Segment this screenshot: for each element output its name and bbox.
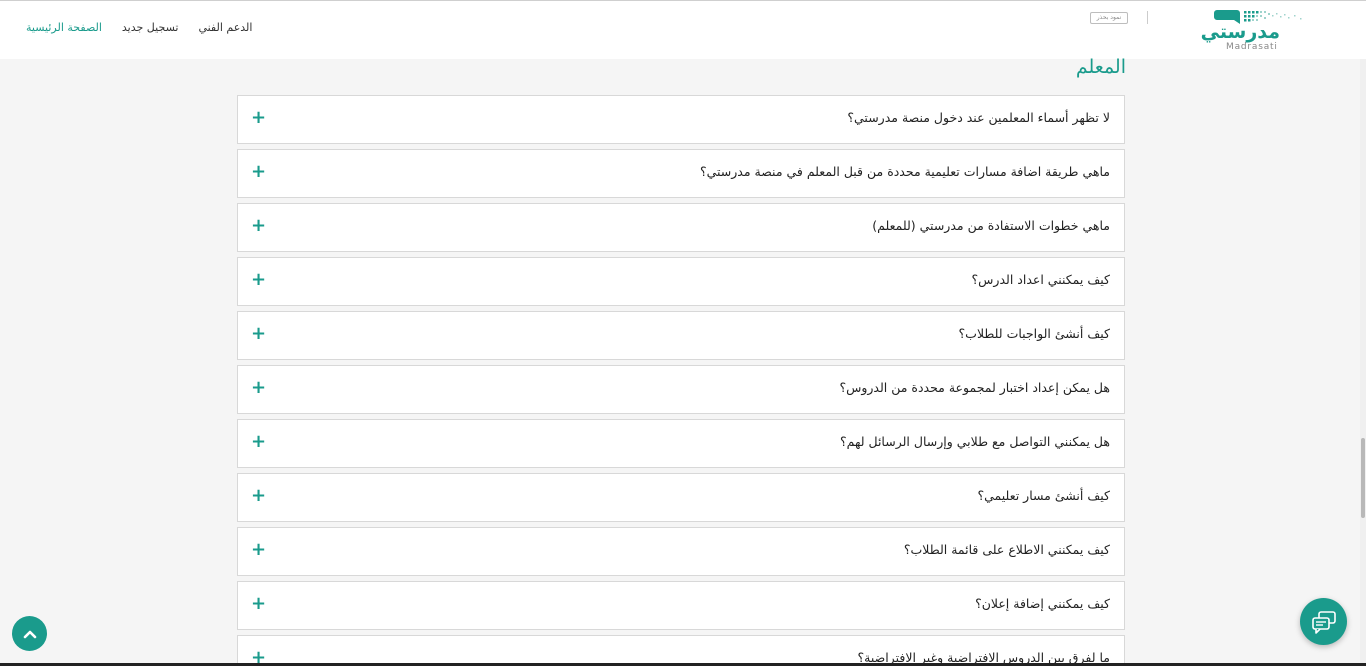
logo-english-text: Madrasati bbox=[1226, 42, 1278, 52]
nav-support-link[interactable]: الدعم الفني bbox=[198, 21, 252, 34]
faq-list: لا تظهر أسماء المعلمين عند دخول منصة مدر… bbox=[237, 95, 1125, 666]
brand-divider bbox=[1147, 11, 1148, 24]
faq-question: كيف يمكنني اعداد الدرس؟ bbox=[971, 272, 1110, 287]
scrollbar-thumb[interactable] bbox=[1361, 438, 1365, 518]
faq-item[interactable]: كيف يمكنني إضافة إعلان؟ + bbox=[237, 581, 1125, 630]
main-nav: الصفحة الرئيسية تسجيل جديد الدعم الفني bbox=[26, 21, 252, 34]
expand-plus-icon[interactable]: + bbox=[251, 162, 266, 182]
faq-item[interactable]: كيف يمكنني الاطلاع على قائمة الطلاب؟ + bbox=[237, 527, 1125, 576]
scroll-top-button[interactable] bbox=[12, 616, 47, 651]
faq-question: كيف يمكنني إضافة إعلان؟ bbox=[975, 596, 1110, 611]
faq-item[interactable]: لا تظهر أسماء المعلمين عند دخول منصة مدر… bbox=[237, 95, 1125, 144]
expand-plus-icon[interactable]: + bbox=[251, 378, 266, 398]
brand-tag-logo: نمود بحذر bbox=[1090, 12, 1128, 24]
logo-arabic-text: مدرستي bbox=[1200, 21, 1280, 43]
faq-item[interactable]: ماهي خطوات الاستفادة من مدرستي (للمعلم) … bbox=[237, 203, 1125, 252]
expand-plus-icon[interactable]: + bbox=[251, 324, 266, 344]
expand-plus-icon[interactable]: + bbox=[251, 216, 266, 236]
faq-question: ماهي طريقة اضافة مسارات تعليمية محددة من… bbox=[699, 164, 1110, 179]
faq-item[interactable]: كيف أنشئ الواجبات للطلاب؟ + bbox=[237, 311, 1125, 360]
faq-item[interactable]: كيف أنشئ مسار تعليمي؟ + bbox=[237, 473, 1125, 522]
chevron-up-icon bbox=[23, 630, 36, 638]
faq-question: هل يمكنني التواصل مع طلابي وإرسال الرسائ… bbox=[839, 434, 1110, 449]
chat-icon bbox=[1311, 610, 1336, 634]
faq-item[interactable]: هل يمكن إعداد اختبار لمجموعة محددة من ال… bbox=[237, 365, 1125, 414]
expand-plus-icon[interactable]: + bbox=[251, 486, 266, 506]
faq-item[interactable]: ماهي طريقة اضافة مسارات تعليمية محددة من… bbox=[237, 149, 1125, 198]
nav-home-link[interactable]: الصفحة الرئيسية bbox=[26, 21, 102, 34]
chat-button[interactable] bbox=[1300, 598, 1347, 645]
faq-item[interactable]: ما لفرق بين الدروس الافتراضية وغير الافت… bbox=[237, 635, 1125, 666]
section-title: المعلم bbox=[1075, 56, 1126, 78]
faq-question: هل يمكن إعداد اختبار لمجموعة محددة من ال… bbox=[839, 380, 1110, 395]
faq-item[interactable]: كيف يمكنني اعداد الدرس؟ + bbox=[237, 257, 1125, 306]
expand-plus-icon[interactable]: + bbox=[251, 108, 266, 128]
faq-question: لا تظهر أسماء المعلمين عند دخول منصة مدر… bbox=[847, 110, 1110, 125]
nav-register-link[interactable]: تسجيل جديد bbox=[122, 21, 179, 34]
page-scrollbar[interactable] bbox=[1360, 59, 1366, 666]
expand-plus-icon[interactable]: + bbox=[251, 270, 266, 290]
expand-plus-icon[interactable]: + bbox=[251, 432, 266, 452]
faq-question: ماهي خطوات الاستفادة من مدرستي (للمعلم) bbox=[872, 218, 1110, 233]
faq-item[interactable]: هل يمكنني التواصل مع طلابي وإرسال الرسائ… bbox=[237, 419, 1125, 468]
madrasati-logo[interactable]: مدرستي Madrasati bbox=[1200, 7, 1309, 57]
faq-question: كيف أنشئ الواجبات للطلاب؟ bbox=[958, 326, 1110, 341]
expand-plus-icon[interactable]: + bbox=[251, 540, 266, 560]
faq-question: كيف أنشئ مسار تعليمي؟ bbox=[977, 488, 1111, 503]
expand-plus-icon[interactable]: + bbox=[251, 594, 266, 614]
site-header: الصفحة الرئيسية تسجيل جديد الدعم الفني ن… bbox=[0, 0, 1366, 59]
faq-question: كيف يمكنني الاطلاع على قائمة الطلاب؟ bbox=[903, 542, 1110, 557]
